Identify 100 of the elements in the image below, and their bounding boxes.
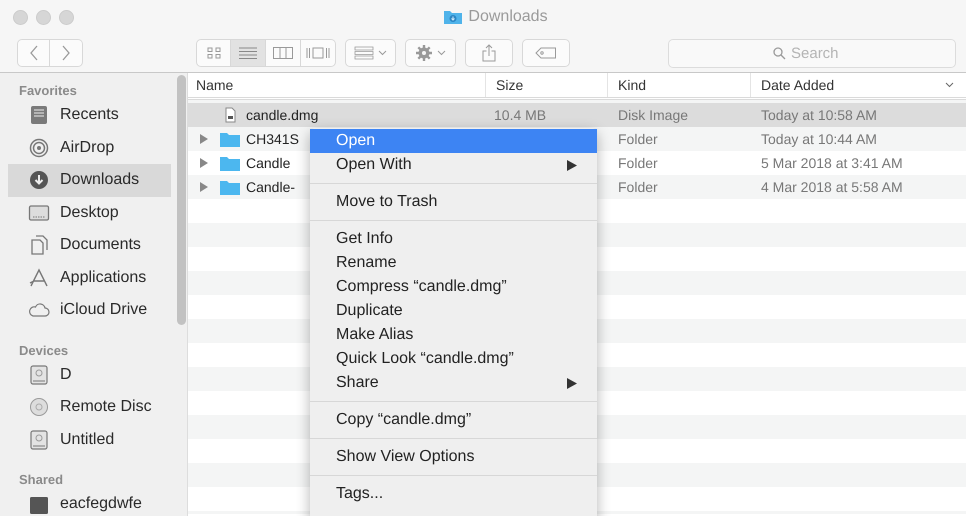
- file-size: 10.4 MB: [494, 107, 546, 123]
- file-kind: Folder: [618, 179, 658, 195]
- gear-icon: [415, 44, 433, 62]
- gallery-view-button[interactable]: [301, 39, 336, 67]
- tag-button[interactable]: [522, 39, 570, 67]
- close-button[interactable]: [13, 10, 28, 24]
- sidebar-label: Documents: [60, 236, 141, 254]
- sidebar-item[interactable]: iCloud Drive: [8, 294, 171, 326]
- sidebar-item[interactable]: Remote Disc: [8, 391, 171, 424]
- sidebar-label: Downloads: [60, 171, 140, 190]
- download-icon: [28, 170, 50, 190]
- share-icon: [482, 44, 496, 62]
- share-button[interactable]: [465, 39, 513, 67]
- date-added: Today at 10:44 AM: [761, 131, 877, 147]
- file-name: Candle: [246, 155, 290, 171]
- list-icon: [239, 47, 257, 59]
- disclosure-triangle-icon[interactable]: [200, 158, 208, 168]
- column-label: Size: [496, 77, 524, 93]
- sidebar-item[interactable]: Downloads: [8, 164, 171, 196]
- search-icon: [773, 46, 786, 60]
- back-button[interactable]: [17, 39, 50, 67]
- menu-item[interactable]: Copy “candle.dmg”: [310, 408, 597, 432]
- recents-icon: [28, 105, 50, 126]
- gallery-icon: [306, 47, 330, 59]
- folder-icon: [220, 155, 240, 171]
- disclosure-triangle-icon[interactable]: [200, 134, 208, 144]
- chevron-down-icon: [378, 50, 387, 56]
- downloads-folder-icon: [443, 9, 464, 25]
- sidebar-label: D: [60, 366, 72, 384]
- airdrop-icon: [28, 138, 50, 158]
- forward-button[interactable]: [50, 39, 83, 67]
- column-header[interactable]: Name: [188, 73, 486, 97]
- sidebar-item[interactable]: D: [8, 358, 171, 391]
- desktop-icon: [28, 202, 50, 223]
- submenu-arrow-icon: [567, 378, 577, 388]
- sidebar-label: AirDrop: [60, 138, 114, 157]
- file-name: candle.dmg: [246, 107, 318, 123]
- scrollbar-thumb[interactable]: [177, 75, 186, 325]
- date-added: 5 Mar 2018 at 3:41 AM: [761, 155, 903, 171]
- column-view-button[interactable]: [266, 39, 301, 67]
- date-added: 4 Mar 2018 at 5:58 AM: [761, 179, 903, 195]
- arrange-button[interactable]: [345, 39, 396, 67]
- icon-view-button[interactable]: [196, 39, 231, 67]
- list-view-button[interactable]: [231, 39, 266, 67]
- menu-item[interactable]: Compress “candle.dmg”: [310, 275, 597, 299]
- disc-icon: [28, 397, 50, 418]
- menu-item[interactable]: Make Alias: [310, 323, 597, 347]
- sidebar-heading: Shared: [18, 471, 64, 488]
- sidebar-label: Applications: [60, 268, 146, 287]
- zoom-button[interactable]: [59, 10, 74, 24]
- search-field[interactable]: Search: [668, 38, 956, 68]
- sidebar-item[interactable]: Desktop: [8, 196, 171, 229]
- action-button[interactable]: [405, 39, 456, 67]
- column-label: Date Added: [761, 77, 834, 93]
- menu-item[interactable]: Rename: [310, 251, 597, 275]
- menu-item[interactable]: Open With: [310, 153, 597, 177]
- folder-icon: [220, 131, 240, 147]
- file-kind: Folder: [618, 131, 658, 147]
- menu-item[interactable]: Move to Trash: [310, 190, 597, 214]
- minimize-button[interactable]: [36, 10, 51, 24]
- menu-item[interactable]: Get Info: [310, 227, 597, 251]
- sidebar-label: Desktop: [60, 204, 119, 222]
- sidebar-label: eacfegdwfe: [60, 495, 142, 514]
- menu-item[interactable]: Open: [310, 129, 597, 153]
- sidebar-item[interactable]: Applications: [8, 262, 171, 294]
- file-name: CH341S: [246, 131, 299, 147]
- sidebar-item[interactable]: AirDrop: [8, 132, 171, 164]
- columns-icon: [273, 47, 293, 59]
- submenu-arrow-icon: [567, 160, 577, 170]
- column-header[interactable]: Kind: [608, 73, 751, 97]
- sidebar-label: Remote Disc: [60, 398, 152, 416]
- chevron-left-icon: [28, 45, 38, 61]
- sidebar-heading: Favorites: [18, 82, 78, 99]
- grid-icon: [354, 46, 374, 60]
- column-header[interactable]: Date Added: [751, 73, 966, 97]
- applications-icon: [28, 268, 50, 288]
- disclosure-triangle-icon[interactable]: [200, 182, 208, 192]
- chevron-right-icon: [61, 45, 71, 61]
- file-name: Candle-: [246, 179, 296, 195]
- menu-item[interactable]: Show View Options: [310, 445, 597, 469]
- tag-icon: [535, 47, 557, 59]
- column-label: Name: [196, 77, 234, 93]
- column-header[interactable]: Size: [486, 73, 608, 97]
- menu-item[interactable]: Tags...: [310, 482, 597, 506]
- sidebar-item[interactable]: Recents: [8, 99, 171, 132]
- menu-item[interactable]: Quick Look “candle.dmg”: [310, 347, 597, 371]
- date-added: Today at 10:58 AM: [761, 107, 877, 123]
- sidebar-item[interactable]: eacfegdwfe: [8, 488, 171, 516]
- sidebar-item[interactable]: Untitled: [8, 424, 171, 456]
- chevron-down-icon: [437, 50, 446, 56]
- sidebar-heading: Devices: [18, 342, 70, 358]
- sidebar-label: Recents: [60, 106, 119, 124]
- menu-item[interactable]: Duplicate: [310, 299, 597, 323]
- column-label: Kind: [618, 77, 646, 93]
- file-kind: Folder: [618, 155, 658, 171]
- search-input[interactable]: Search: [791, 44, 851, 62]
- sidebar-item[interactable]: Documents: [8, 229, 171, 262]
- file-kind: Disk Image: [618, 107, 688, 123]
- menu-item[interactable]: Share: [310, 371, 597, 395]
- sidebar-label: iCloud Drive: [60, 301, 148, 320]
